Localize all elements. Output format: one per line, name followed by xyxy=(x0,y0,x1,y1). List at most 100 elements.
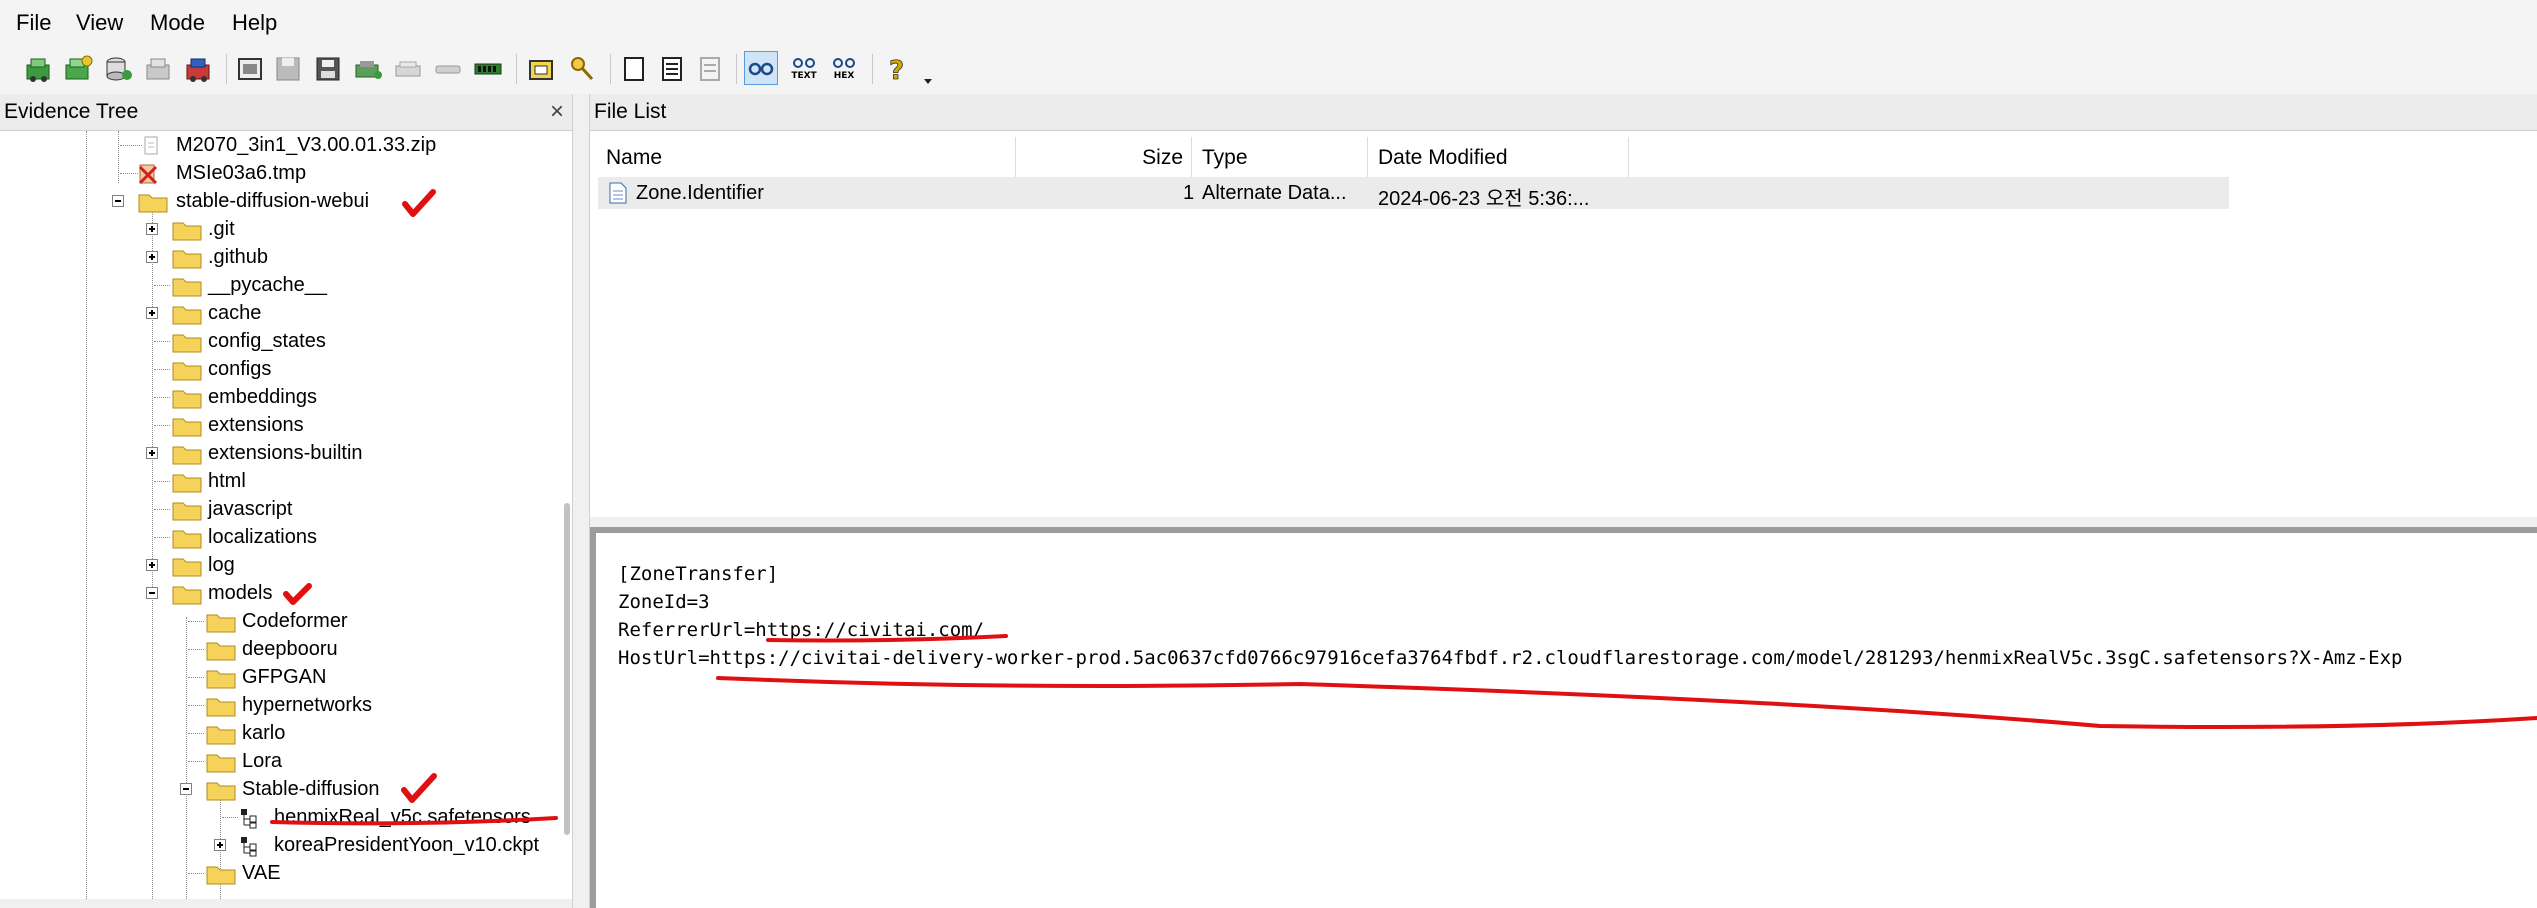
tree-item[interactable]: .git xyxy=(0,215,572,243)
content-viewer[interactable]: [ZoneTransfer] ZoneId=3 ReferrerUrl=http… xyxy=(590,527,2537,908)
folder-icon xyxy=(172,586,202,605)
folder-icon xyxy=(172,558,202,577)
tree-item[interactable]: stable-diffusion-webui xyxy=(0,187,572,215)
tree-item[interactable]: configs xyxy=(0,355,572,383)
tree-item[interactable]: log xyxy=(0,551,572,579)
tree-item-label: config_states xyxy=(208,330,326,352)
folder-open-icon[interactable] xyxy=(526,53,558,85)
tree-item[interactable]: Lora xyxy=(0,747,572,775)
menu-mode[interactable]: Mode xyxy=(150,10,205,36)
column-type-label: Type xyxy=(1202,146,1248,169)
add-evidence-icon[interactable] xyxy=(22,53,54,85)
tree-item[interactable]: M2070_3in1_V3.00.01.33.zip xyxy=(0,131,572,159)
tree-item[interactable]: .github xyxy=(0,243,572,271)
text-view-icon[interactable]: TEXT xyxy=(788,53,820,85)
remove-all-icon[interactable] xyxy=(182,53,214,85)
tree-item[interactable]: embeddings xyxy=(0,383,572,411)
save-icon[interactable] xyxy=(272,53,304,85)
folder-icon xyxy=(206,866,236,885)
add-all-icon[interactable] xyxy=(62,53,94,85)
tree-item[interactable]: __pycache__ xyxy=(0,271,572,299)
search-key-icon[interactable] xyxy=(566,53,598,85)
folder-icon xyxy=(206,614,236,633)
expand-icon[interactable] xyxy=(146,447,158,459)
column-name[interactable]: Name xyxy=(598,137,1016,177)
file-icon xyxy=(144,136,158,155)
expand-icon[interactable] xyxy=(146,307,158,319)
tree-scrollbar[interactable] xyxy=(564,503,570,835)
tree-item-label: Codeformer xyxy=(242,610,348,632)
tree-horizontal-scrollbar[interactable] xyxy=(0,899,572,908)
collapse-icon[interactable] xyxy=(146,587,158,599)
tree-item[interactable]: deepbooru xyxy=(0,635,572,663)
hex-view-icon[interactable]: HEX xyxy=(828,53,860,85)
tree-item-label: .github xyxy=(208,246,269,268)
tree-connector xyxy=(188,621,204,622)
document-icon[interactable] xyxy=(618,53,650,85)
tree-connector xyxy=(188,733,204,734)
tree-item[interactable]: Codeformer xyxy=(0,607,572,635)
folder-icon xyxy=(172,306,202,325)
file-list: Name Size Type Date Modified Zone.Identi… xyxy=(590,131,2537,517)
disk-icon[interactable] xyxy=(352,53,384,85)
tree-item[interactable]: models xyxy=(0,579,572,607)
menu-view[interactable]: View xyxy=(76,10,123,36)
tree-item[interactable]: hypernetworks xyxy=(0,691,572,719)
collapse-icon[interactable] xyxy=(180,783,192,795)
tree-item[interactable]: config_states xyxy=(0,327,572,355)
folder-icon xyxy=(206,698,236,717)
expand-icon[interactable] xyxy=(146,559,158,571)
tree-item[interactable]: javascript xyxy=(0,495,572,523)
export-icon[interactable] xyxy=(312,53,344,85)
tree-item-label: stable-diffusion-webui xyxy=(176,190,370,212)
deleted-file-icon xyxy=(138,164,158,185)
toolbar-separator xyxy=(872,54,873,84)
tree-item-label: MSIe03a6.tmp xyxy=(176,162,307,184)
tree-item[interactable]: localizations xyxy=(0,523,572,551)
help-icon[interactable]: ? xyxy=(880,53,912,85)
tree-item[interactable]: karlo xyxy=(0,719,572,747)
tree-item-label: koreaPresidentYoon_v10.ckpt xyxy=(274,834,539,856)
glasses-view-icon[interactable] xyxy=(744,51,778,85)
tree-item[interactable]: GFPGAN xyxy=(0,663,572,691)
tree-item[interactable]: MSIe03a6.tmp xyxy=(0,159,572,187)
folder-icon xyxy=(172,222,202,241)
column-date-modified[interactable]: Date Modified xyxy=(1368,137,1629,177)
tree-item[interactable]: VAE xyxy=(0,859,572,887)
menu-file[interactable]: File xyxy=(16,10,51,36)
collapse-icon[interactable] xyxy=(112,195,124,207)
memory-icon[interactable] xyxy=(472,53,504,85)
file-view-icon[interactable] xyxy=(694,53,726,85)
close-icon[interactable]: × xyxy=(550,98,564,126)
expand-icon[interactable] xyxy=(214,839,226,851)
drive-icon[interactable] xyxy=(392,53,424,85)
file-properties-icon[interactable] xyxy=(656,53,688,85)
hash-icon[interactable] xyxy=(432,53,464,85)
viewer-splitter[interactable] xyxy=(590,517,2537,527)
column-type[interactable]: Type xyxy=(1192,137,1368,177)
folder-icon xyxy=(206,754,236,773)
menu-help[interactable]: Help xyxy=(232,10,277,36)
tree-item[interactable]: extensions xyxy=(0,411,572,439)
expand-icon[interactable] xyxy=(146,251,158,263)
table-row[interactable]: Zone.Identifier 1 Alternate Data... 2024… xyxy=(598,177,2229,210)
panel-splitter[interactable] xyxy=(572,94,590,908)
tree-item-label: embeddings xyxy=(208,386,317,408)
tree-item[interactable]: cache xyxy=(0,299,572,327)
column-size[interactable]: Size xyxy=(1016,137,1192,177)
tree-item-label: extensions-builtin xyxy=(208,442,363,464)
image-file-icon[interactable] xyxy=(234,53,266,85)
tree-item[interactable]: html xyxy=(0,467,572,495)
tree-item[interactable]: koreaPresidentYoon_v10.ckpt xyxy=(0,831,572,859)
toolbar-separator xyxy=(226,54,227,84)
dropdown-icon[interactable] xyxy=(918,53,938,85)
tree-item[interactable]: Stable-diffusion xyxy=(0,775,572,803)
add-image-icon[interactable] xyxy=(102,53,134,85)
expand-icon[interactable] xyxy=(146,223,158,235)
tree-connector xyxy=(154,537,170,538)
viewer-line: ReferrerUrl=https://civitai.com/ xyxy=(618,619,985,641)
remove-evidence-icon[interactable] xyxy=(142,53,174,85)
tree-item[interactable]: extensions-builtin xyxy=(0,439,572,467)
tree-item-selected[interactable]: henmixReal_v5c.safetensors xyxy=(0,803,572,831)
tree-connector xyxy=(154,369,170,370)
